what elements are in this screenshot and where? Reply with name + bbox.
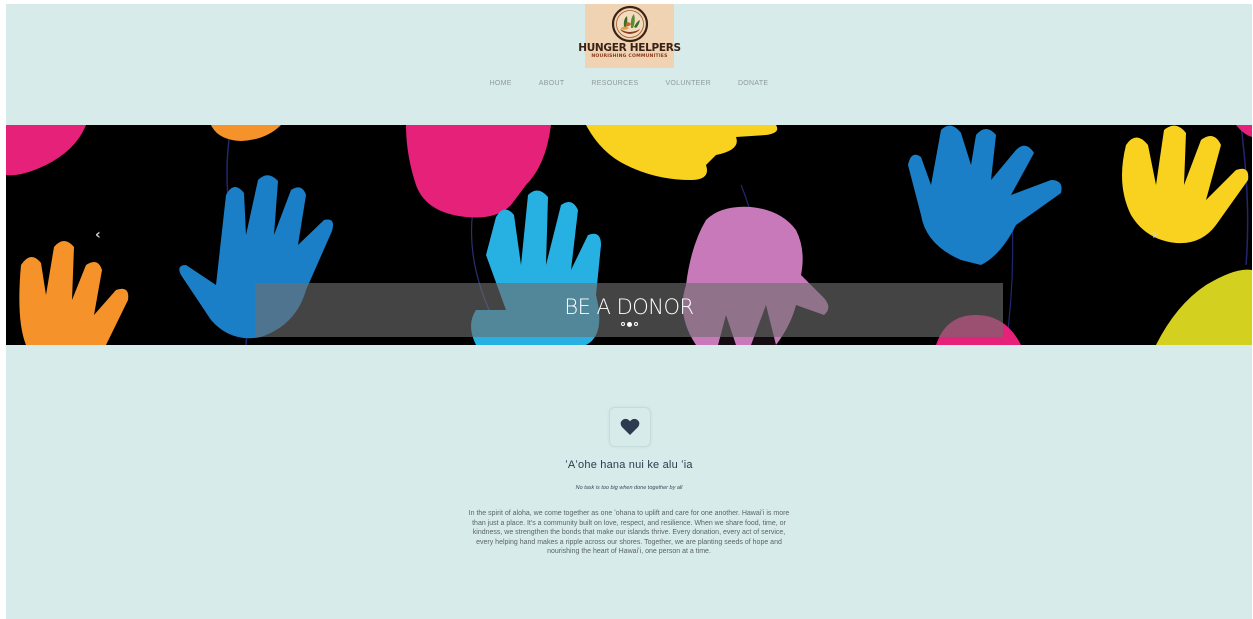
carousel-next-icon[interactable]: › — [1152, 228, 1166, 242]
carousel-indicator-3[interactable] — [633, 322, 638, 326]
nav-volunteer[interactable]: VOLUNTEER — [652, 80, 725, 87]
nav-about[interactable]: ABOUT — [525, 80, 578, 87]
nav-donate[interactable]: DONATE — [724, 80, 781, 87]
page: HUNGER HELPERS NOURISHING COMMUNITIES HO… — [6, 4, 1252, 619]
logo-emblem-icon — [611, 5, 648, 43]
carousel-indicators — [255, 321, 1003, 327]
main-nav: HOME ABOUT RESOURCES VOLUNTEER DONATE — [6, 80, 1252, 87]
carousel-prev-icon[interactable]: ‹ — [95, 228, 109, 242]
heart-icon — [620, 418, 640, 435]
heart-badge — [609, 407, 651, 447]
motto-heading: ʻAʻohe hana nui ke alu ʻia — [565, 459, 693, 471]
logo-subtitle: NOURISHING COMMUNITIES — [591, 54, 668, 59]
motto-translation: No task is too big when done together by… — [575, 485, 683, 491]
nav-home[interactable]: HOME — [476, 80, 525, 87]
carousel-indicator-2[interactable] — [626, 321, 632, 327]
carousel-caption: BE A DONOR — [255, 283, 1003, 337]
carousel-indicator-1[interactable] — [620, 322, 625, 326]
nav-resources[interactable]: RESOURCES — [578, 80, 652, 87]
logo-title: HUNGER HELPERS — [578, 42, 681, 54]
carousel-caption-text: BE A DONOR — [564, 295, 694, 319]
mission-paragraph: In the spirit of aloha, we come together… — [468, 510, 790, 556]
hero-carousel[interactable]: ‹ › BE A DONOR — [6, 125, 1252, 345]
site-logo[interactable]: HUNGER HELPERS NOURISHING COMMUNITIES — [578, 4, 681, 68]
